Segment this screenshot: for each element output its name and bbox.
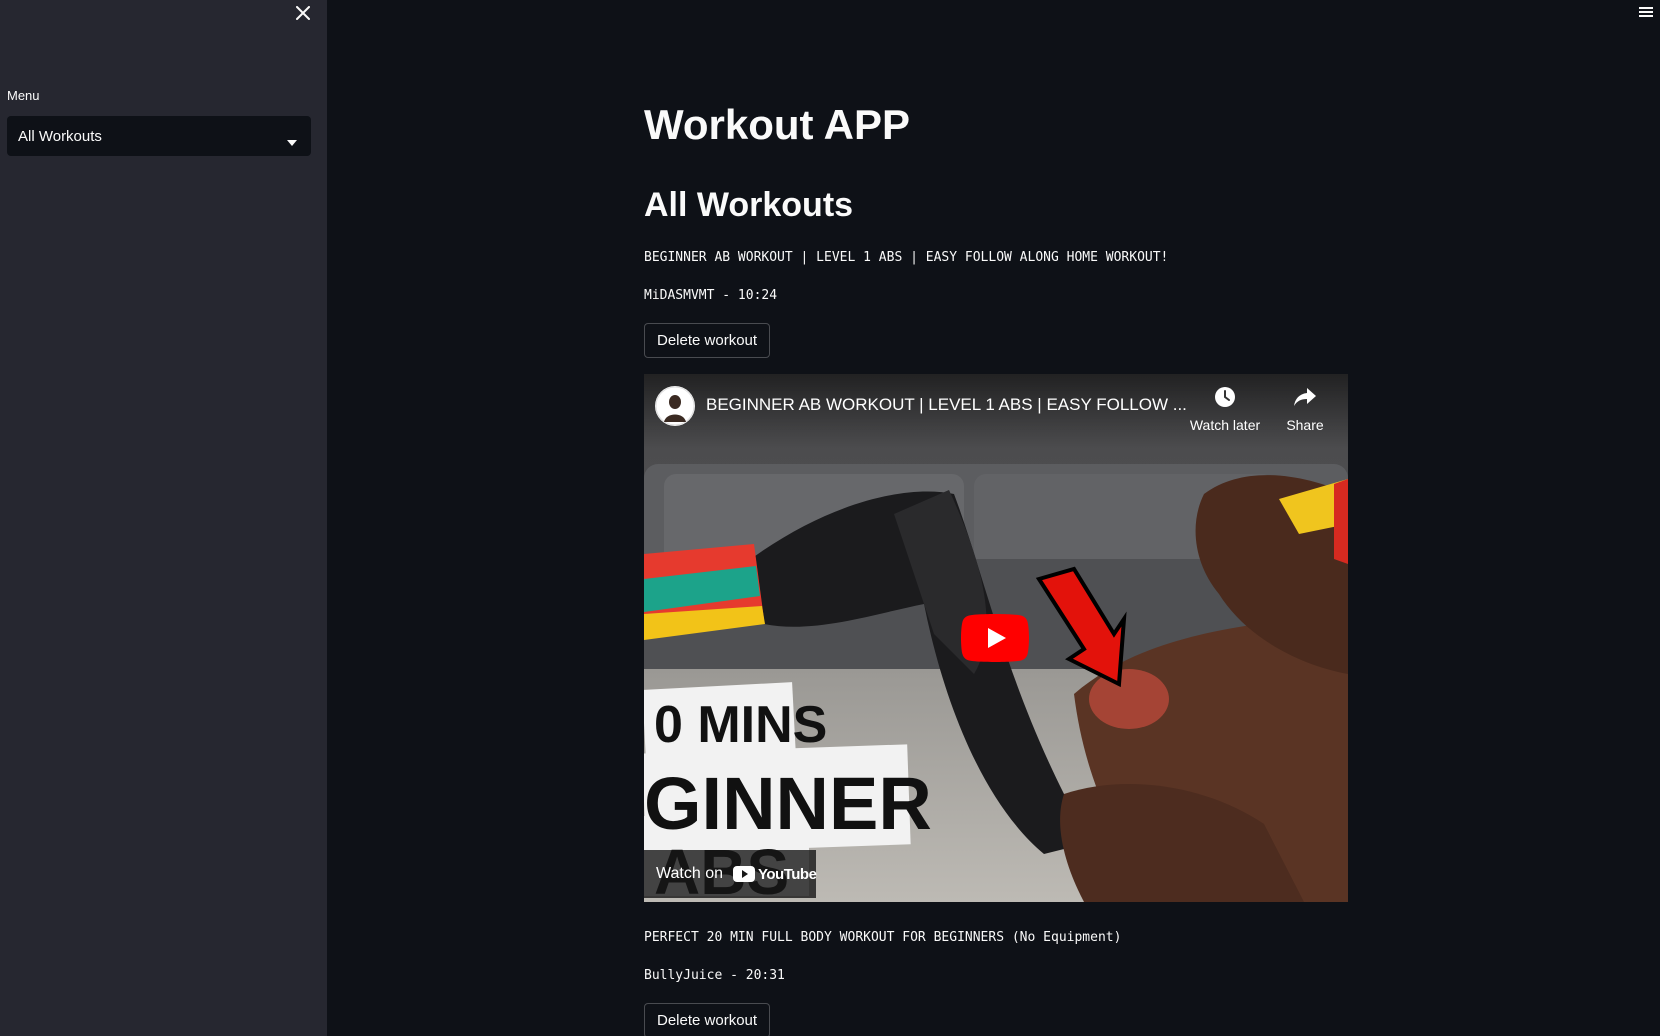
workout-select[interactable]: All Workouts — [7, 116, 311, 156]
caret-down-icon — [287, 133, 297, 151]
youtube-logo-text: YouTube — [758, 865, 817, 883]
share-label: Share — [1286, 417, 1324, 433]
watch-later-label: Watch later — [1189, 417, 1261, 433]
delete-workout-button[interactable]: Delete workout — [644, 1003, 771, 1036]
watch-later-button[interactable]: Watch later — [1185, 386, 1265, 433]
sidebar: Menu All Workouts — [0, 0, 327, 1036]
app-title: Workout APP — [644, 101, 911, 148]
thumb-text-1: 0 MINS — [654, 696, 827, 754]
workout-meta: BullyJuice - 20:31 — [644, 968, 785, 983]
workout-title: PERFECT 20 MIN FULL BODY WORKOUT FOR BEG… — [644, 930, 1122, 945]
workout-meta: MiDASMVMT - 10:24 — [644, 288, 778, 303]
watch-on-label: Watch on — [656, 865, 723, 882]
thumb-text-2: GINNER — [644, 762, 932, 845]
select-value: All Workouts — [18, 127, 102, 145]
close-icon[interactable] — [291, 1, 315, 25]
video-title[interactable]: BEGINNER AB WORKOUT | LEVEL 1 ABS | EASY… — [706, 395, 1187, 415]
youtube-logo-icon: YouTube — [733, 865, 817, 883]
channel-avatar[interactable] — [655, 386, 695, 426]
share-icon — [1293, 386, 1317, 413]
watch-on-youtube[interactable]: Watch on YouTube — [644, 850, 817, 898]
video-embed[interactable]: 0 MINS GINNER ABS BEGINNER AB WORKOUT | … — [644, 374, 1348, 902]
menu-label: Menu — [7, 88, 40, 103]
clock-icon — [1214, 386, 1236, 413]
delete-workout-button[interactable]: Delete workout — [644, 323, 771, 358]
play-icon[interactable] — [961, 614, 1029, 662]
section-title: All Workouts — [644, 186, 854, 224]
workout-title: BEGINNER AB WORKOUT | LEVEL 1 ABS | EASY… — [644, 250, 1169, 265]
share-button[interactable]: Share — [1265, 386, 1345, 433]
hamburger-icon[interactable] — [1637, 4, 1655, 20]
